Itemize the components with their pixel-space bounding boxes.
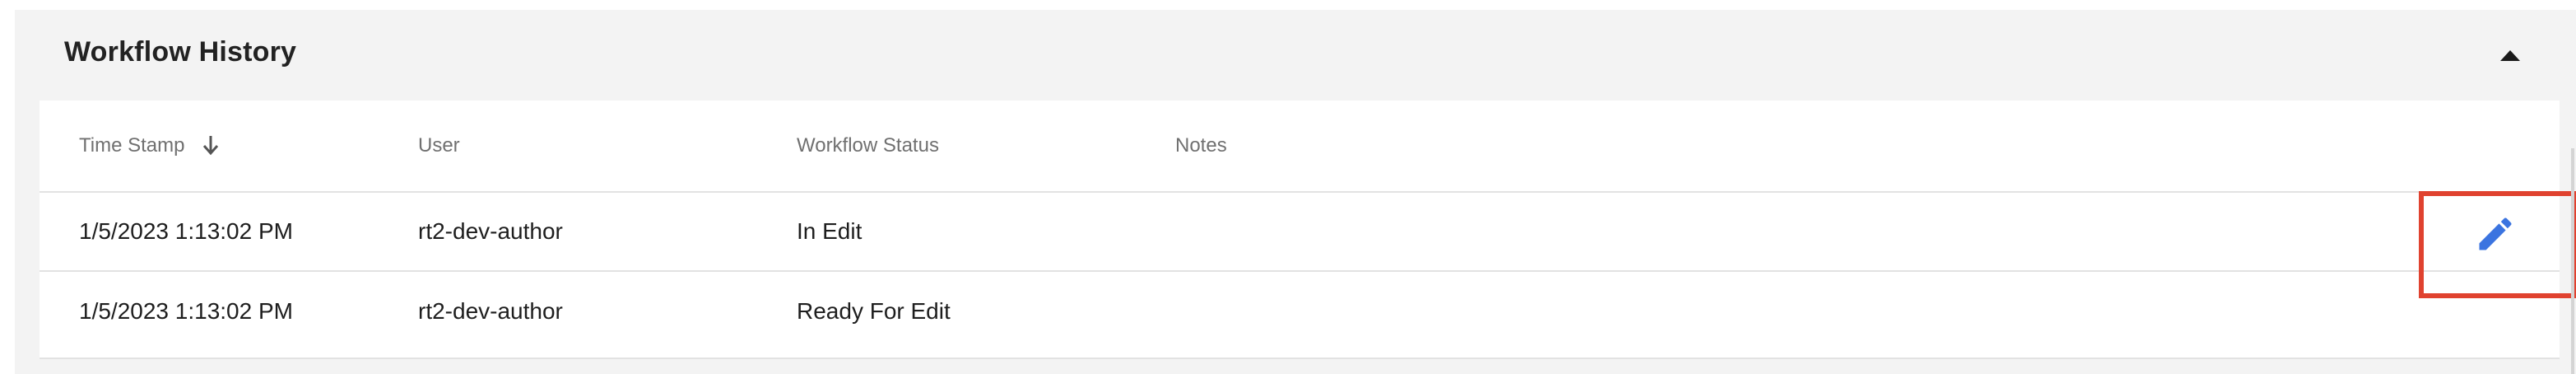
table-row[interactable]: 1/5/2023 1:13:02 PM rt2-dev-author In Ed…	[40, 193, 2560, 272]
table-header-row: Time Stamp User Workflow Status Notes	[40, 101, 2560, 193]
window-edge-divider	[2571, 148, 2574, 374]
cell-timestamp: 1/5/2023 1:13:02 PM	[79, 298, 293, 324]
collapse-button[interactable]	[2494, 43, 2527, 68]
arrow-down-icon	[203, 135, 219, 155]
pencil-edit-icon	[2479, 217, 2512, 250]
cell-workflow-status: In Edit	[797, 218, 863, 244]
cell-user: rt2-dev-author	[418, 298, 563, 324]
cell-workflow-status: Ready For Edit	[797, 298, 951, 324]
column-header-notes[interactable]: Notes	[1175, 134, 1227, 157]
caret-up-icon	[2500, 50, 2520, 61]
cell-user: rt2-dev-author	[418, 218, 563, 244]
cell-timestamp: 1/5/2023 1:13:02 PM	[79, 218, 293, 244]
table-row[interactable]: 1/5/2023 1:13:02 PM rt2-dev-author Ready…	[40, 272, 2560, 351]
column-header-workflow-status[interactable]: Workflow Status	[797, 134, 939, 157]
panel-title: Workflow History	[64, 36, 297, 68]
edit-button[interactable]	[2474, 213, 2517, 255]
workflow-history-panel: Workflow History Time Stamp User Workflo…	[15, 10, 2576, 374]
workflow-history-table: Time Stamp User Workflow Status Notes 1/…	[40, 101, 2560, 359]
column-header-label: Time Stamp	[79, 134, 185, 157]
panel-header[interactable]: Workflow History	[15, 10, 2576, 101]
column-header-user[interactable]: User	[418, 134, 460, 157]
column-header-timestamp[interactable]: Time Stamp	[79, 134, 220, 157]
